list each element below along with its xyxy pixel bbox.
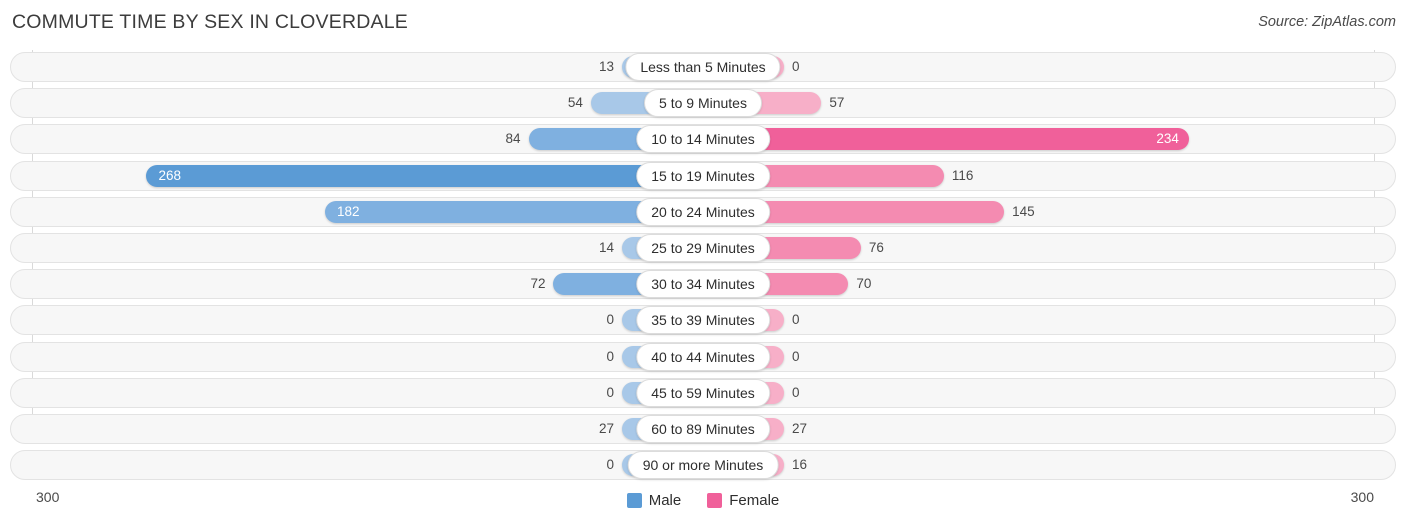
- value-label-male: 27: [598, 420, 614, 436]
- value-label-female: 234: [1156, 131, 1179, 147]
- value-label-male: 182: [337, 203, 360, 219]
- category-label: 30 to 34 Minutes: [636, 270, 770, 299]
- value-label-female: 145: [1012, 203, 1035, 219]
- category-label: 45 to 59 Minutes: [636, 378, 770, 407]
- table-row: 0 0 40 to 44 Minutes: [0, 340, 1406, 376]
- value-label-male: 0: [606, 312, 614, 328]
- category-label: 5 to 9 Minutes: [644, 89, 762, 118]
- plot-area: 13 0 Less than 5 Minutes 54 57 5 to 9 Minutes…: [0, 50, 1406, 487]
- value-label-female: 76: [868, 239, 884, 255]
- table-row: 0 16 90 or more Minutes: [0, 448, 1406, 484]
- table-row: 0 0 35 to 39 Minutes: [0, 303, 1406, 339]
- legend-label: Male: [648, 491, 682, 509]
- table-row: 84 234 10 to 14 Minutes: [0, 122, 1406, 158]
- value-label-male: 0: [606, 457, 614, 473]
- category-label: Less than 5 Minutes: [625, 53, 781, 81]
- value-label-female: 57: [829, 95, 845, 111]
- category-label: 15 to 19 Minutes: [636, 161, 770, 190]
- legend-label: Female: [729, 491, 780, 509]
- legend-swatch-icon: [626, 492, 642, 508]
- table-row: 27 27 60 to 89 Minutes: [0, 412, 1406, 448]
- category-label: 20 to 24 Minutes: [636, 197, 770, 226]
- bar-rows: 13 0 Less than 5 Minutes 54 57 5 to 9 Minutes…: [0, 50, 1406, 484]
- value-label-male: 72: [530, 276, 546, 292]
- category-label: 90 or more Minutes: [627, 451, 779, 480]
- legend-item[interactable]: Female: [707, 492, 779, 509]
- value-label-male: 0: [606, 384, 614, 400]
- value-label-female: 116: [951, 167, 974, 183]
- chart-header: COMMUTE TIME BY SEX IN CLOVERDALE Source…: [0, 0, 1406, 46]
- value-label-male: 268: [158, 167, 181, 183]
- legend: Male Female: [0, 487, 1406, 513]
- table-row: 14 76 25 to 29 Minutes: [0, 231, 1406, 267]
- category-label: 40 to 44 Minutes: [636, 342, 770, 371]
- value-label-female: 16: [792, 457, 808, 473]
- legend-item[interactable]: Male: [626, 491, 682, 509]
- value-label-female: 0: [792, 312, 800, 328]
- page-title: COMMUTE TIME BY SEX IN CLOVERDALE: [12, 11, 408, 33]
- value-label-female: 0: [792, 59, 800, 74]
- value-label-male: 0: [606, 348, 614, 364]
- value-label-female: 27: [792, 420, 808, 436]
- legend-swatch-icon: [707, 492, 723, 508]
- category-label: 35 to 39 Minutes: [636, 306, 770, 335]
- value-label-female: 70: [856, 276, 872, 292]
- category-label: 60 to 89 Minutes: [636, 414, 770, 443]
- value-label-male: 84: [505, 131, 521, 147]
- value-label-male: 54: [567, 95, 583, 111]
- value-label-male: 14: [598, 239, 614, 255]
- category-label: 10 to 14 Minutes: [636, 125, 770, 154]
- table-row: 13 0 Less than 5 Minutes: [0, 50, 1406, 86]
- value-label-male: 13: [598, 59, 614, 74]
- table-row: 72 70 30 to 34 Minutes: [0, 267, 1406, 303]
- bar-female[interactable]: [703, 128, 1189, 151]
- table-row: 182 145 20 to 24 Minutes: [0, 195, 1406, 231]
- category-label: 25 to 29 Minutes: [636, 233, 770, 262]
- chart-footer: 300 300 Male Female: [0, 487, 1406, 523]
- table-row: 0 0 45 to 59 Minutes: [0, 376, 1406, 412]
- source-attribution: Source: ZipAtlas.com: [1258, 14, 1396, 30]
- value-label-female: 0: [792, 384, 800, 400]
- table-row: 54 57 5 to 9 Minutes: [0, 86, 1406, 122]
- bar-male[interactable]: [146, 164, 703, 187]
- value-label-female: 0: [792, 348, 800, 364]
- chart-root: COMMUTE TIME BY SEX IN CLOVERDALE Source…: [0, 0, 1406, 523]
- table-row: 268 116 15 to 19 Minutes: [0, 159, 1406, 195]
